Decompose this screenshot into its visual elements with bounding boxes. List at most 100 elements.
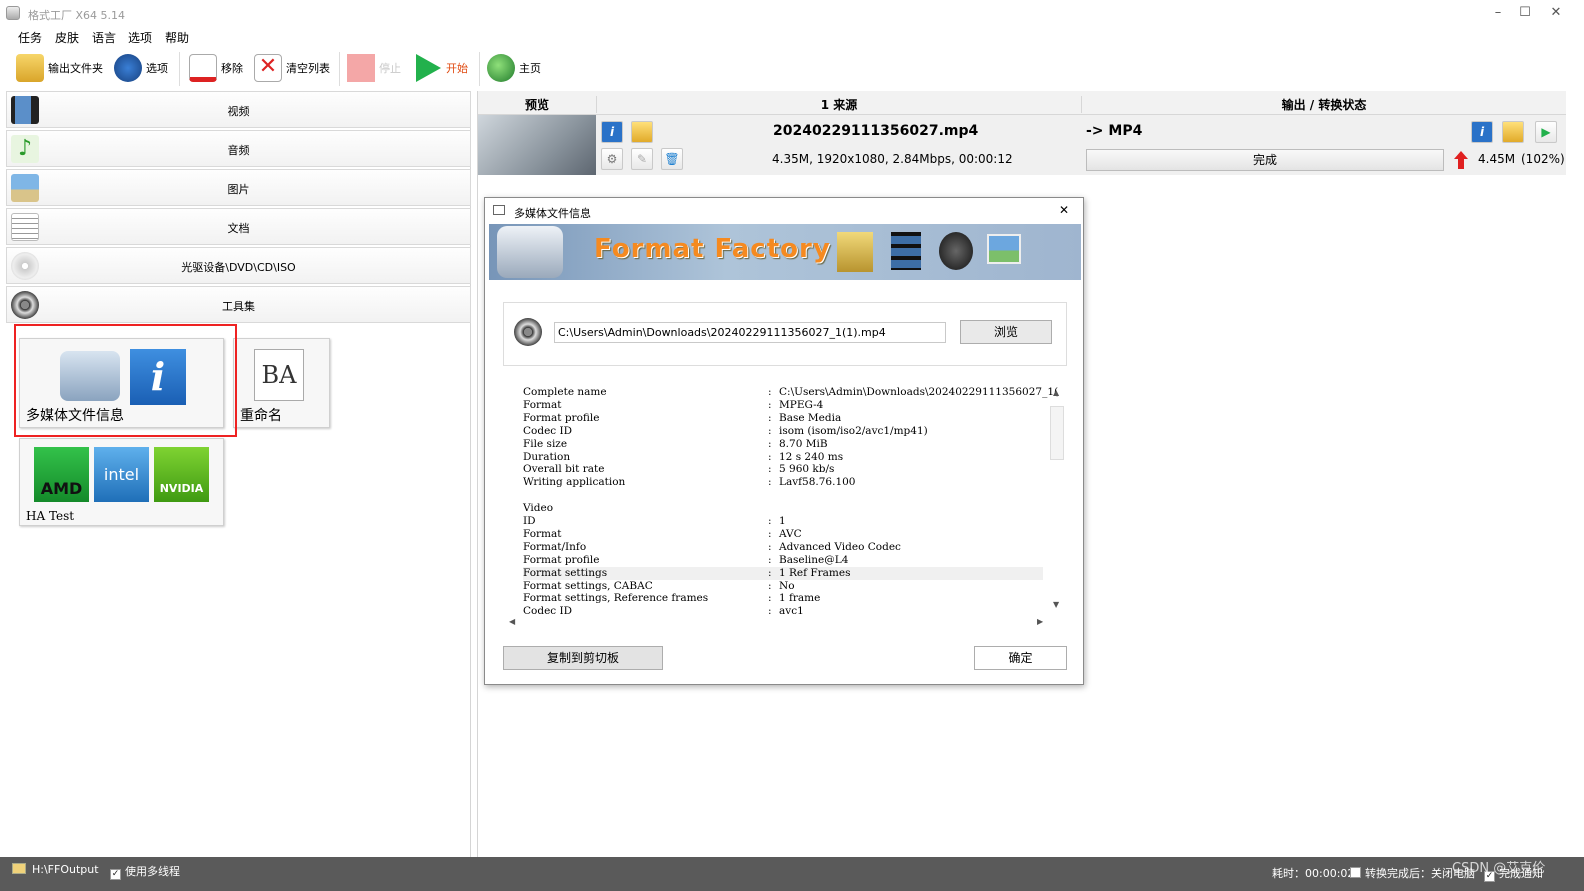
menu-bar: 任务 皮肤 语言 选项 帮助 (0, 26, 1584, 46)
info-key: File size (523, 437, 568, 450)
header-output: 输出 / 转换状态 (1081, 96, 1566, 113)
info-separator: : (768, 566, 772, 579)
info-key: Codec ID (523, 605, 573, 618)
info-key: Format (523, 527, 562, 540)
multithread-checkbox[interactable]: ✓ 使用多线程 (110, 863, 180, 880)
output-size: 4.45M (1478, 152, 1516, 166)
info-separator: : (768, 527, 772, 540)
start-button[interactable]: 开始 (414, 53, 468, 83)
delete-button[interactable]: 🗑 (661, 148, 683, 170)
ha-test-tool[interactable]: AMD intel NVIDIA HA Test (19, 438, 224, 526)
scroll-left-arrow[interactable]: ◀ (509, 617, 515, 626)
banner-text: Format Factory (594, 234, 831, 264)
rename-icon: BA (254, 349, 304, 401)
category-video[interactable]: 视频 (6, 91, 471, 128)
info-value: Baseline@L4 (779, 553, 849, 566)
info-value: Base Media (779, 411, 842, 424)
menu-skin[interactable]: 皮肤 (55, 29, 79, 46)
stop-button[interactable]: 停止 (347, 53, 401, 83)
file-path-input[interactable]: C:\Users\Admin\Downloads\202402291113560… (554, 322, 946, 343)
category-audio-label: 音频 (227, 144, 250, 157)
home-button[interactable]: 主页 (487, 53, 541, 83)
info-separator: : (768, 476, 772, 489)
output-folder-button[interactable]: 输出文件夹 (16, 53, 103, 83)
info-row: Format settings:1 Ref Frames (523, 566, 1043, 580)
header-source: 1 来源 (596, 96, 1081, 113)
copy-to-clipboard-button[interactable]: 复制到剪切板 (503, 646, 663, 670)
info-key: Format settings (523, 566, 608, 579)
category-image-label: 图片 (227, 183, 250, 196)
info-button[interactable]: i (601, 121, 623, 143)
info-row (523, 489, 1043, 502)
open-folder-button[interactable] (631, 121, 653, 143)
output-folder-button[interactable] (1502, 121, 1524, 143)
rename-tool[interactable]: BA 重命名 (233, 338, 330, 428)
edit-button[interactable]: ✎ (631, 148, 653, 170)
close-window-button[interactable]: ✕ (1545, 4, 1567, 22)
info-value: isom (isom/iso2/avc1/mp41) (779, 424, 928, 437)
options-button[interactable]: 选项 (114, 53, 168, 83)
info-separator: : (768, 553, 772, 566)
info-value: AVC (779, 527, 802, 540)
clear-list-button[interactable]: ✕ 清空列表 (254, 53, 330, 83)
menu-options[interactable]: 选项 (128, 29, 152, 46)
info-key: Format settings, CABAC (523, 579, 653, 592)
speaker-banner-icon (939, 232, 973, 270)
info-separator: : (768, 386, 772, 398)
output-info-button[interactable]: i (1471, 121, 1493, 143)
header-preview: 预览 (524, 98, 549, 112)
output-ratio: (102%) (1521, 152, 1565, 166)
info-value: 12 s 240 ms (779, 450, 844, 463)
info-key: Writing application (523, 476, 626, 489)
multithread-label: 使用多线程 (125, 865, 180, 878)
category-toolbox[interactable]: 工具集 (6, 286, 471, 323)
category-document[interactable]: 文档 (6, 208, 471, 245)
info-key: Codec ID (523, 424, 573, 437)
home-label: 主页 (519, 62, 541, 75)
toolbar-divider (339, 52, 340, 86)
category-image[interactable]: 图片 (6, 169, 471, 206)
checkbox-icon (1350, 867, 1361, 878)
file-selector: C:\Users\Admin\Downloads\202402291113560… (503, 302, 1067, 366)
info-separator: : (768, 605, 772, 618)
maximize-button[interactable]: ☐ (1514, 4, 1536, 22)
menu-language[interactable]: 语言 (92, 29, 116, 46)
menu-help[interactable]: 帮助 (165, 29, 189, 46)
settings-gear-button[interactable]: ⚙ (601, 148, 623, 170)
info-key: Complete name (523, 386, 607, 398)
scroll-thumb[interactable] (1050, 406, 1064, 460)
folder-banner-icon (837, 232, 873, 272)
category-disc[interactable]: 光驱设备\DVD\CD\ISO (6, 247, 471, 284)
output-folder-label: 输出文件夹 (48, 62, 103, 75)
output-path[interactable]: H:\FFOutput (32, 863, 99, 876)
play-icon (416, 54, 441, 82)
media-info-text: Complete name: C:\Users\Admin\Downloads\2… (509, 386, 1065, 624)
info-row: ID:1 (523, 515, 1043, 528)
dialog-close-button[interactable]: ✕ (1059, 203, 1069, 217)
info-value: C:\Users\Admin\Downloads\202402291113560… (779, 386, 1059, 398)
image-banner-icon (987, 234, 1021, 264)
video-thumbnail (478, 115, 596, 175)
minimize-button[interactable]: – (1487, 4, 1509, 22)
toolbar: 输出文件夹 选项 移除 ✕ 清空列表 停止 开始 主页 (0, 46, 1584, 90)
ok-button[interactable]: 确定 (974, 646, 1067, 670)
info-row: Format/Info: Advanced Video Codec (523, 541, 1043, 554)
category-audio[interactable]: ♪ 音频 (6, 130, 471, 167)
toolbar-divider (479, 52, 480, 86)
browse-button[interactable]: 浏览 (960, 320, 1052, 344)
scroll-right-arrow[interactable]: ▶ (1037, 617, 1043, 626)
dialog-list-icon (493, 205, 505, 215)
target-format: -> MP4 (1086, 123, 1143, 139)
play-output-button[interactable]: ▶ (1535, 121, 1557, 143)
remove-button[interactable]: 移除 (189, 53, 243, 83)
info-scrollbar[interactable]: ▲ ▼ (1050, 388, 1064, 618)
globe-icon (487, 54, 515, 82)
info-key: Format profile (523, 553, 600, 566)
task-row[interactable]: i ⚙ ✎ 🗑 20240229111356027.mp4 4.35M, 192… (478, 115, 1566, 175)
menu-task[interactable]: 任务 (18, 29, 42, 46)
amd-logo: AMD (34, 447, 89, 502)
remove-icon (189, 54, 217, 82)
category-document-label: 文档 (227, 222, 250, 235)
category-toolbox-label: 工具集 (222, 300, 255, 313)
gear-icon (114, 54, 142, 82)
